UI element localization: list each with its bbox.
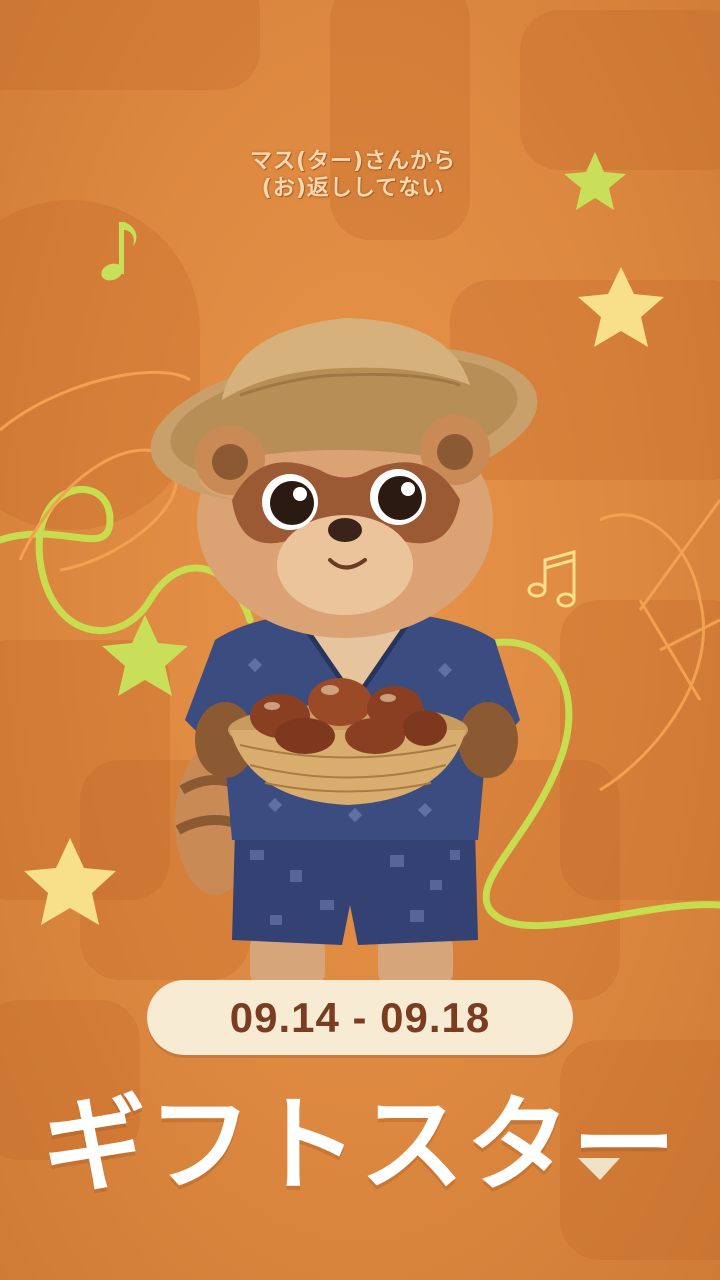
event-title: ギフトスター [41, 1084, 678, 1206]
event-banner: マス(ター)さんから (お)返ししてない 09.14 - 09.18 ギフトスタ… [0, 0, 720, 1280]
date-range-text: 09.14 - 09.18 [229, 993, 491, 1041]
date-range-badge: 09.14 - 09.18 [147, 980, 573, 1055]
